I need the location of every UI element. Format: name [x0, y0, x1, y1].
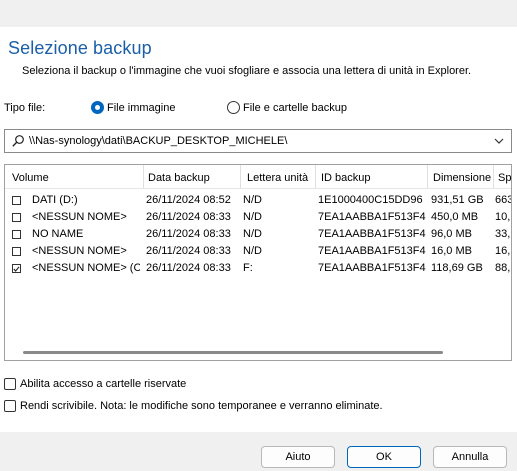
table-row[interactable]: <NESSUN NOME> (C:) 26/11/2024 08:33 F: 7…: [5, 260, 511, 277]
column-divider[interactable]: [315, 165, 316, 189]
cell-size: 96,0 MB: [431, 228, 472, 240]
column-header-drive-letter[interactable]: Lettera unità: [247, 172, 308, 184]
cell-backup-date: 26/11/2024 08:33: [146, 211, 231, 223]
cell-backup-id: 7EA1AABBA1F513F4: [318, 245, 426, 257]
radio-image-file-label: File immagine: [107, 101, 176, 114]
cell-space: 88,: [495, 262, 511, 274]
cell-backup-id: 7EA1AABBA1F513F4: [318, 211, 426, 223]
row-checkbox-checked[interactable]: [12, 264, 21, 273]
checkbox-box: [4, 378, 16, 390]
cell-volume: <NESSUN NOME> (C:): [32, 262, 140, 274]
table-header: Volume Data backup Lettera unità ID back…: [5, 165, 511, 189]
cell-backup-id: 1E1000400C15DD96: [318, 194, 423, 206]
table-row[interactable]: DATI (D:) 26/11/2024 08:52 N/D 1E1000400…: [5, 192, 511, 209]
cell-backup-date: 26/11/2024 08:33: [146, 228, 231, 240]
backup-path-combobox[interactable]: \\Nas-synology\dati\BACKUP_DESKTOP_MICHE…: [4, 129, 512, 153]
cell-size: 931,51 GB: [431, 194, 484, 206]
column-header-backup-id[interactable]: ID backup: [321, 172, 371, 184]
cancel-button[interactable]: Annulla: [433, 446, 507, 468]
file-type-label: Tipo file:: [4, 102, 46, 114]
cell-drive-letter: N/D: [243, 245, 262, 257]
row-checkbox[interactable]: [12, 213, 21, 222]
dialog-title: Selezione backup: [8, 38, 152, 58]
column-divider[interactable]: [240, 165, 241, 189]
column-header-size[interactable]: Dimensione: [433, 172, 491, 184]
horizontal-scrollbar[interactable]: [23, 351, 443, 354]
cell-space: 16,: [495, 245, 511, 257]
column-divider[interactable]: [493, 165, 494, 189]
search-icon: [12, 135, 24, 147]
cell-backup-id: 7EA1AABBA1F513F4: [318, 228, 426, 240]
chevron-down-icon[interactable]: [492, 134, 506, 148]
backup-path-value: \\Nas-synology\dati\BACKUP_DESKTOP_MICHE…: [29, 135, 288, 147]
table-row[interactable]: <NESSUN NOME> 26/11/2024 08:33 N/D 7EA1A…: [5, 209, 511, 226]
radio-indicator: [91, 101, 104, 114]
cell-backup-date: 26/11/2024 08:33: [146, 245, 231, 257]
cell-volume: <NESSUN NOME>: [32, 245, 127, 257]
cell-backup-id: 7EA1AABBA1F513F4: [318, 262, 426, 274]
cell-space: 663: [495, 194, 512, 206]
cell-size: 450,0 MB: [431, 211, 479, 223]
cell-backup-date: 26/11/2024 08:52: [146, 194, 231, 206]
cell-volume: <NESSUN NOME>: [32, 211, 127, 223]
column-header-volume[interactable]: Volume: [12, 172, 49, 184]
column-divider[interactable]: [143, 165, 144, 189]
radio-indicator: [227, 101, 240, 114]
ok-button[interactable]: OK: [347, 446, 421, 468]
column-divider[interactable]: [427, 165, 428, 189]
row-checkbox[interactable]: [12, 230, 21, 239]
cell-space: 10,: [495, 211, 511, 223]
cell-size: 118,69 GB: [431, 262, 483, 274]
row-checkbox[interactable]: [12, 196, 21, 205]
dialog-subtitle: Seleziona il backup o l'immagine che vuo…: [22, 65, 472, 77]
radio-files-folders-backup[interactable]: File e cartelle backup: [227, 101, 347, 114]
cell-volume: NO NAME: [32, 228, 84, 240]
make-writable-checkbox[interactable]: Rendi scrivibile. Nota: le modifiche son…: [4, 400, 383, 412]
cell-drive-letter: F:: [243, 262, 253, 274]
cell-drive-letter: N/D: [243, 228, 262, 240]
column-header-space[interactable]: Sp: [498, 172, 511, 184]
enable-reserved-folders-label: Abilita accesso a cartelle riservate: [20, 378, 187, 390]
backup-table[interactable]: Volume Data backup Lettera unità ID back…: [4, 164, 512, 361]
cell-size: 16,0 MB: [431, 245, 472, 257]
table-row[interactable]: NO NAME 26/11/2024 08:33 N/D 7EA1AABBA1F…: [5, 226, 511, 243]
radio-files-folders-backup-label: File e cartelle backup: [243, 101, 347, 114]
cell-space: 33,: [495, 228, 511, 240]
enable-reserved-folders-checkbox[interactable]: Abilita accesso a cartelle riservate: [4, 378, 186, 390]
cell-drive-letter: N/D: [243, 211, 262, 223]
checkbox-box: [4, 400, 16, 412]
help-button[interactable]: Aiuto: [261, 446, 335, 468]
row-checkbox[interactable]: [12, 247, 21, 256]
table-row[interactable]: <NESSUN NOME> 26/11/2024 08:33 N/D 7EA1A…: [5, 243, 511, 260]
cell-backup-date: 26/11/2024 08:33: [146, 262, 231, 274]
radio-image-file[interactable]: File immagine: [91, 101, 175, 114]
cell-volume: DATI (D:): [32, 194, 78, 206]
cell-drive-letter: N/D: [243, 194, 262, 206]
column-header-backup-date[interactable]: Data backup: [148, 172, 210, 184]
checkmark-icon: [13, 265, 20, 272]
make-writable-label: Rendi scrivibile. Nota: le modifiche son…: [20, 400, 383, 412]
top-strip: [0, 0, 517, 27]
